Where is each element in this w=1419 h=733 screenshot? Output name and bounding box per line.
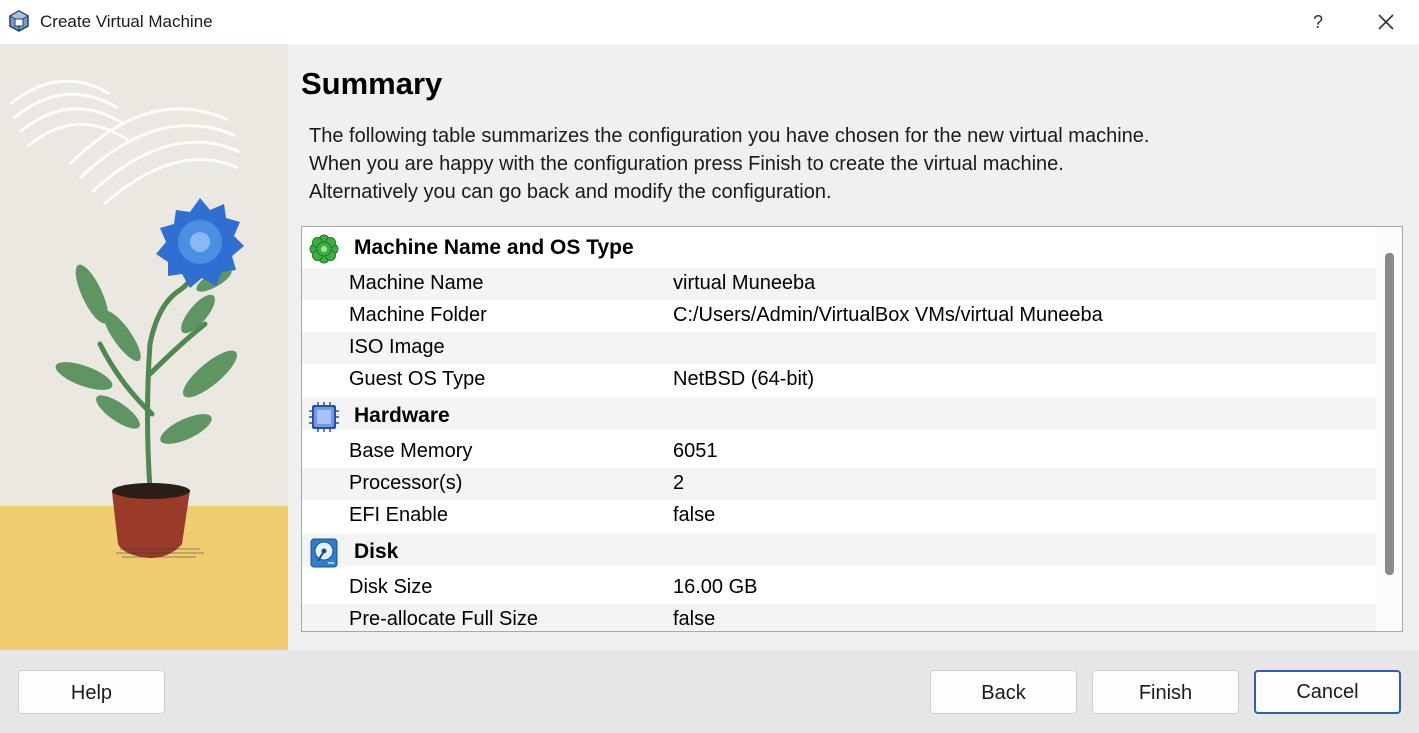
table-row[interactable]: Disk Size 16.00 GB	[302, 572, 1376, 604]
section-title: Machine Name and OS Type	[354, 236, 634, 259]
row-label: Machine Folder	[349, 304, 487, 326]
row-value: NetBSD (64-bit)	[673, 368, 815, 390]
help-button[interactable]: Help	[18, 670, 165, 714]
scrollbar-thumb[interactable]	[1385, 253, 1394, 575]
row-value: 2	[673, 472, 685, 494]
row-value: C:/Users/Admin/VirtualBox VMs/virtual Mu…	[673, 304, 1103, 326]
section-disk[interactable]: Disk	[302, 534, 1376, 568]
wizard-page: Summary The following table summarizes t…	[0, 44, 1419, 650]
row-value: virtual Muneeba	[673, 272, 816, 294]
table-row[interactable]: Processor(s) 2	[302, 468, 1376, 500]
window-title: Create Virtual Machine	[40, 12, 213, 31]
table-row[interactable]: EFI Enable false	[302, 500, 1376, 532]
row-label: Base Memory	[349, 440, 473, 462]
back-button[interactable]: Back	[930, 670, 1077, 714]
table-row[interactable]: Machine Folder C:/Users/Admin/VirtualBox…	[302, 300, 1376, 332]
description-line-3: Alternatively you can go back and modify…	[309, 181, 832, 203]
green-gear-icon	[309, 234, 339, 264]
vertical-scrollbar[interactable]	[1376, 227, 1402, 631]
row-label: Machine Name	[349, 272, 484, 294]
table-row[interactable]: ISO Image	[302, 332, 1376, 364]
context-help-button[interactable]: ?	[1306, 8, 1330, 36]
button-bar: Help Back Finish Cancel	[0, 650, 1419, 733]
cancel-button[interactable]: Cancel	[1254, 670, 1401, 714]
row-label: Processor(s)	[349, 472, 463, 494]
close-icon[interactable]	[1372, 8, 1400, 36]
wizard-illustration	[0, 44, 288, 650]
table-row[interactable]: Guest OS Type NetBSD (64-bit)	[302, 364, 1376, 396]
hard-disk-icon	[310, 538, 338, 568]
row-label: EFI Enable	[349, 504, 448, 526]
row-label: Guest OS Type	[349, 368, 486, 390]
row-label: ISO Image	[349, 336, 445, 358]
table-row[interactable]: Machine Name virtual Muneeba	[302, 268, 1376, 300]
virtualbox-cube-icon	[8, 10, 30, 32]
description-line-2: When you are happy with the configuratio…	[309, 153, 1064, 175]
row-label: Pre-allocate Full Size	[349, 608, 538, 630]
table-row[interactable]: Base Memory 6051	[302, 436, 1376, 468]
row-value: 16.00 GB	[673, 576, 758, 598]
section-hardware[interactable]: Hardware	[302, 398, 1376, 432]
section-title: Hardware	[354, 404, 450, 427]
table-row[interactable]: Pre-allocate Full Size false	[302, 604, 1376, 631]
row-value: false	[673, 504, 716, 526]
row-value: 6051	[673, 440, 718, 462]
title-bar: Create Virtual Machine ?	[0, 0, 1419, 44]
page-title: Summary	[301, 66, 443, 101]
summary-tree[interactable]: Machine Name and OS Type Machine Name vi…	[301, 226, 1403, 632]
section-title: Disk	[354, 540, 399, 563]
section-machine-name-os-type[interactable]: Machine Name and OS Type	[302, 230, 1376, 264]
row-label: Disk Size	[349, 576, 433, 598]
description-line-1: The following table summarizes the confi…	[309, 125, 1150, 147]
chip-icon	[309, 402, 339, 432]
row-value: false	[673, 608, 716, 630]
finish-button[interactable]: Finish	[1092, 670, 1239, 714]
